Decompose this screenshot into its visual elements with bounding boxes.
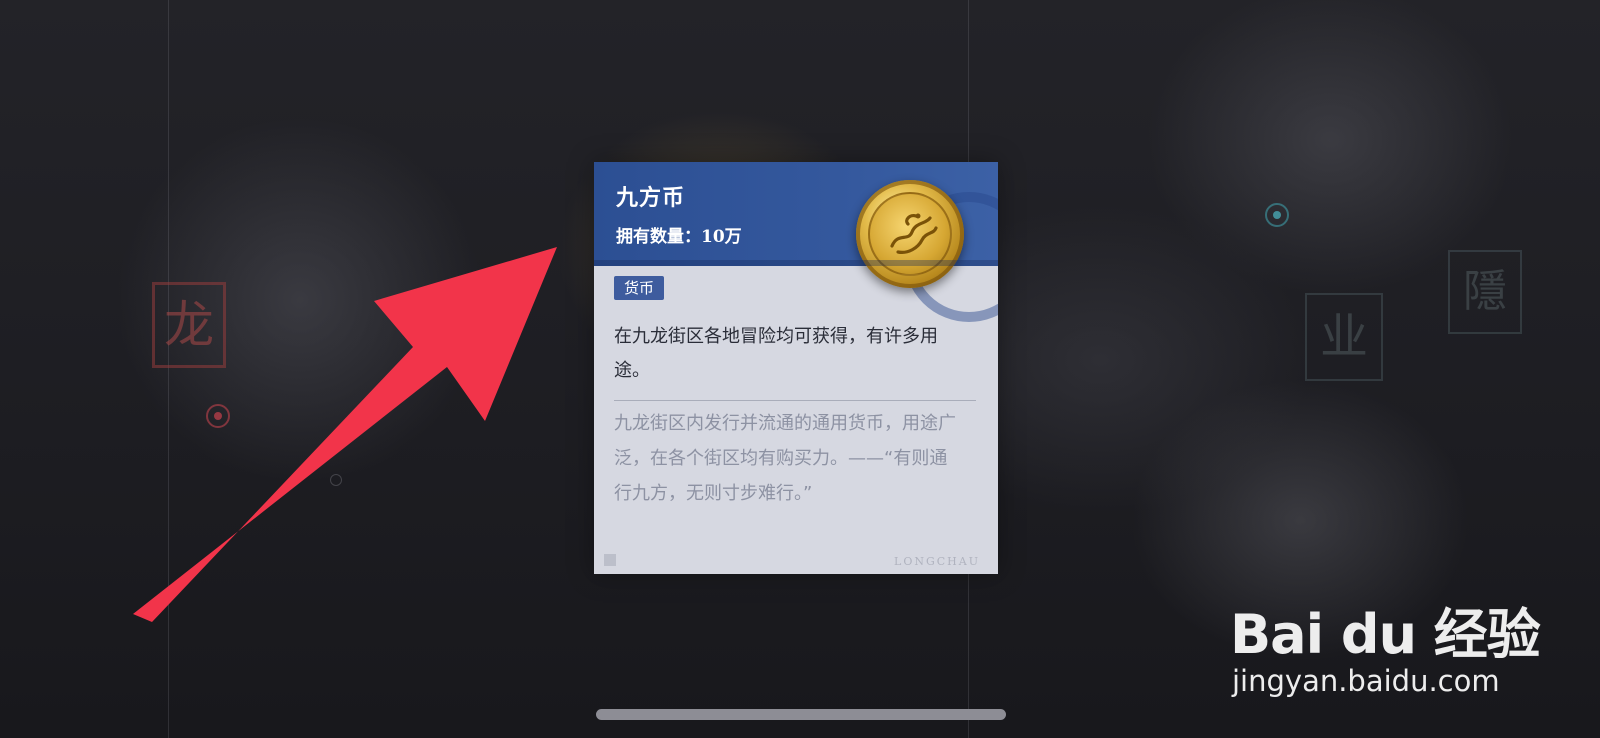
bg-seal-right-1: 业 <box>1305 293 1383 381</box>
card-footer-decoration <box>604 554 616 566</box>
category-badge: 货币 <box>614 276 665 300</box>
game-scene: 龙 业 隱 九方币 拥有数量：10万 货币 在九龙街区各地冒险均可获得，有许多用… <box>0 0 1600 738</box>
item-name: 九方币 <box>616 185 686 211</box>
owned-value: 10万 <box>701 227 742 247</box>
item-card-header: 九方币 拥有数量：10万 <box>594 162 998 322</box>
owned-label: 拥有数量： <box>616 227 701 247</box>
map-marker-icon <box>330 474 342 486</box>
card-footer-mark: LONGCHAU <box>894 555 980 568</box>
bg-seal-right-2: 隱 <box>1448 250 1522 334</box>
owned-quantity: 拥有数量：10万 <box>616 222 742 247</box>
map-marker-icon[interactable] <box>206 404 230 428</box>
item-tooltip-card[interactable]: 九方币 拥有数量：10万 货币 在九龙街区各地冒险均可获得，有许多用途。 九龙街… <box>594 162 998 574</box>
home-indicator[interactable] <box>596 709 1006 720</box>
dragon-emblem-icon <box>890 213 938 254</box>
item-description: 在九龙街区各地冒险均可获得，有许多用途。 <box>614 326 938 381</box>
watermark-url: jingyan.baidu.com <box>1232 664 1500 698</box>
divider <box>614 400 976 401</box>
map-marker-icon[interactable] <box>1265 203 1289 227</box>
bg-vertical-line <box>168 0 169 738</box>
item-flavor-text: 九龙街区内发行并流通的通用货币，用途广泛，在各个街区均有购买力。——“有则通行九… <box>614 413 956 504</box>
dragon-coin-icon <box>856 180 964 288</box>
bg-seal-left: 龙 <box>152 282 226 368</box>
coin-face <box>868 192 952 276</box>
baidu-jingyan-logo: Bai du 经验 <box>1230 603 1541 666</box>
